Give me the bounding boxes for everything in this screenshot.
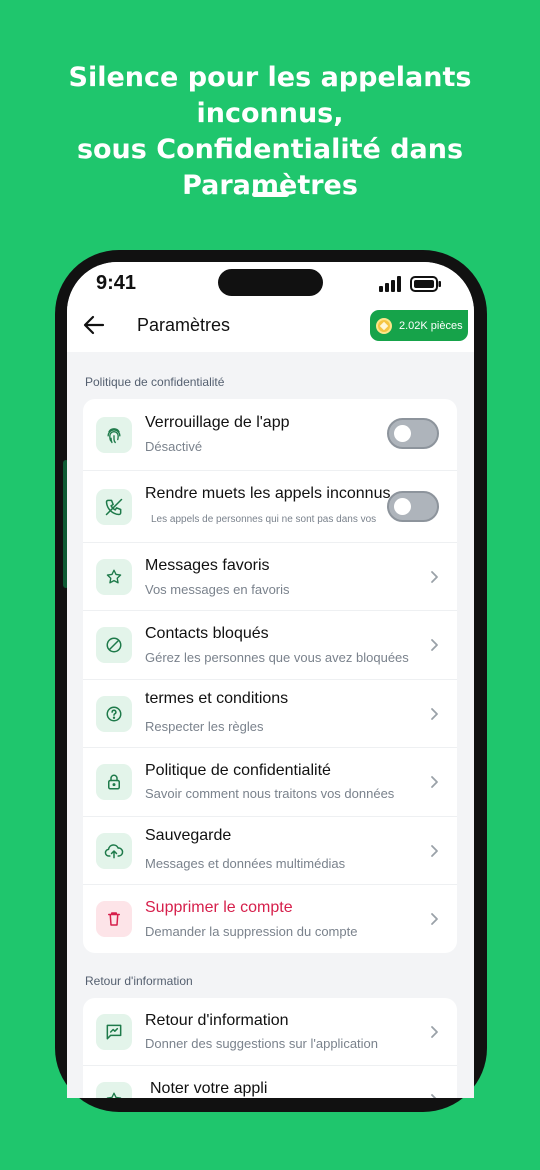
row-subtitle: Donner des suggestions sur l'application — [145, 1036, 379, 1051]
cloud-upload-icon — [96, 833, 132, 869]
blocked-icon — [96, 627, 132, 663]
settings-card-feedback: Retour d'information Donner des suggesti… — [83, 998, 457, 1098]
chevron-right-icon — [431, 1026, 438, 1038]
row-subtitle: Vos messages en favoris — [145, 582, 290, 597]
phone-screen: 9:41 Paramètres 2.02K pièces Politique d… — [67, 262, 474, 1098]
row-title: Politique de confidentialité — [145, 762, 331, 779]
settings-row-feedback[interactable]: Retour d'information Donner des suggesti… — [83, 998, 457, 1066]
battery-icon — [410, 276, 441, 292]
headline-line-1: Silence pour les appelants inconnus, — [68, 62, 472, 129]
row-title: Rendre muets les appels inconnus — [145, 485, 391, 502]
fingerprint-icon — [96, 417, 132, 453]
app-lock-toggle[interactable] — [387, 418, 439, 449]
row-subtitle: Messages et données multimédias — [145, 856, 346, 871]
trash-icon — [96, 901, 132, 937]
chevron-right-icon — [431, 571, 438, 583]
settings-row-app-lock[interactable]: Verrouillage de l'app Désactivé — [83, 399, 457, 471]
dynamic-island — [218, 269, 323, 296]
settings-row-delete-account[interactable]: Supprimer le compte Demander la suppress… — [83, 885, 457, 953]
headline-line-3: Paramètres — [182, 170, 358, 201]
page-title: Paramètres — [137, 315, 231, 335]
headline-line-2: sous Confidentialité dans — [76, 134, 464, 165]
settings-row-favorites[interactable]: Messages favoris Vos messages en favoris — [83, 543, 457, 611]
settings-row-blocked[interactable]: Contacts bloqués Gérez les personnes que… — [83, 611, 457, 680]
settings-card-privacy: Verrouillage de l'app Désactivé Rendre m… — [83, 399, 457, 953]
settings-row-backup[interactable]: Sauvegarde Messages et données multimédi… — [83, 817, 457, 885]
chevron-right-icon — [431, 845, 438, 857]
rate-icon — [96, 1082, 132, 1098]
row-title: Verrouillage de l'app — [145, 414, 290, 431]
chevron-right-icon — [431, 913, 438, 925]
settings-row-mute-unknown[interactable]: Rendre muets les appels inconnus Les app… — [83, 471, 457, 543]
row-subtitle: Les appels de personnes qui ne sont pas … — [151, 514, 377, 525]
mute-unknown-toggle[interactable] — [387, 491, 439, 522]
row-title: Retour d'information — [145, 1012, 289, 1029]
row-subtitle: Désactivé — [145, 439, 203, 454]
headline: Silence pour les appelants inconnus, sou… — [20, 60, 520, 204]
top-bar: 9:41 Paramètres 2.02K pièces — [67, 262, 474, 352]
row-title: Noter votre appli — [150, 1080, 268, 1097]
chevron-right-icon — [431, 1094, 437, 1098]
section-label-privacy: Politique de confidentialité — [85, 375, 225, 389]
question-icon — [96, 696, 132, 732]
row-subtitle: Savoir comment nous traitons vos données — [145, 786, 395, 801]
coin-icon — [376, 317, 392, 334]
settings-row-rate-app[interactable]: Noter votre appli — [83, 1066, 457, 1098]
chevron-right-icon — [431, 776, 438, 788]
row-title: Sauvegarde — [145, 827, 232, 844]
muted-phone-icon — [96, 489, 132, 525]
feedback-icon — [96, 1014, 132, 1050]
headline-divider — [252, 192, 289, 197]
settings-row-terms[interactable]: termes et conditions Respecter les règle… — [83, 680, 457, 748]
row-subtitle: Gérez les personnes que vous avez bloqué… — [145, 650, 409, 665]
lock-icon — [96, 764, 132, 800]
row-title: Supprimer le compte — [145, 899, 293, 916]
section-label-feedback: Retour d'information — [85, 974, 193, 988]
row-title: termes et conditions — [145, 690, 289, 707]
row-title: Contacts bloqués — [145, 625, 269, 642]
back-arrow-icon[interactable] — [83, 314, 105, 336]
chevron-right-icon — [431, 708, 438, 720]
row-title: Messages favoris — [145, 557, 270, 574]
status-time: 9:41 — [96, 272, 137, 294]
signal-icon — [379, 276, 401, 292]
settings-row-privacy-policy[interactable]: Politique de confidentialité Savoir comm… — [83, 748, 457, 817]
star-icon — [96, 559, 132, 595]
row-subtitle: Respecter les règles — [145, 719, 264, 734]
coins-badge[interactable]: 2.02K pièces — [370, 310, 468, 341]
chevron-right-icon — [431, 639, 438, 651]
row-subtitle: Demander la suppression du compte — [145, 924, 358, 939]
coins-label: 2.02K pièces — [399, 319, 463, 332]
